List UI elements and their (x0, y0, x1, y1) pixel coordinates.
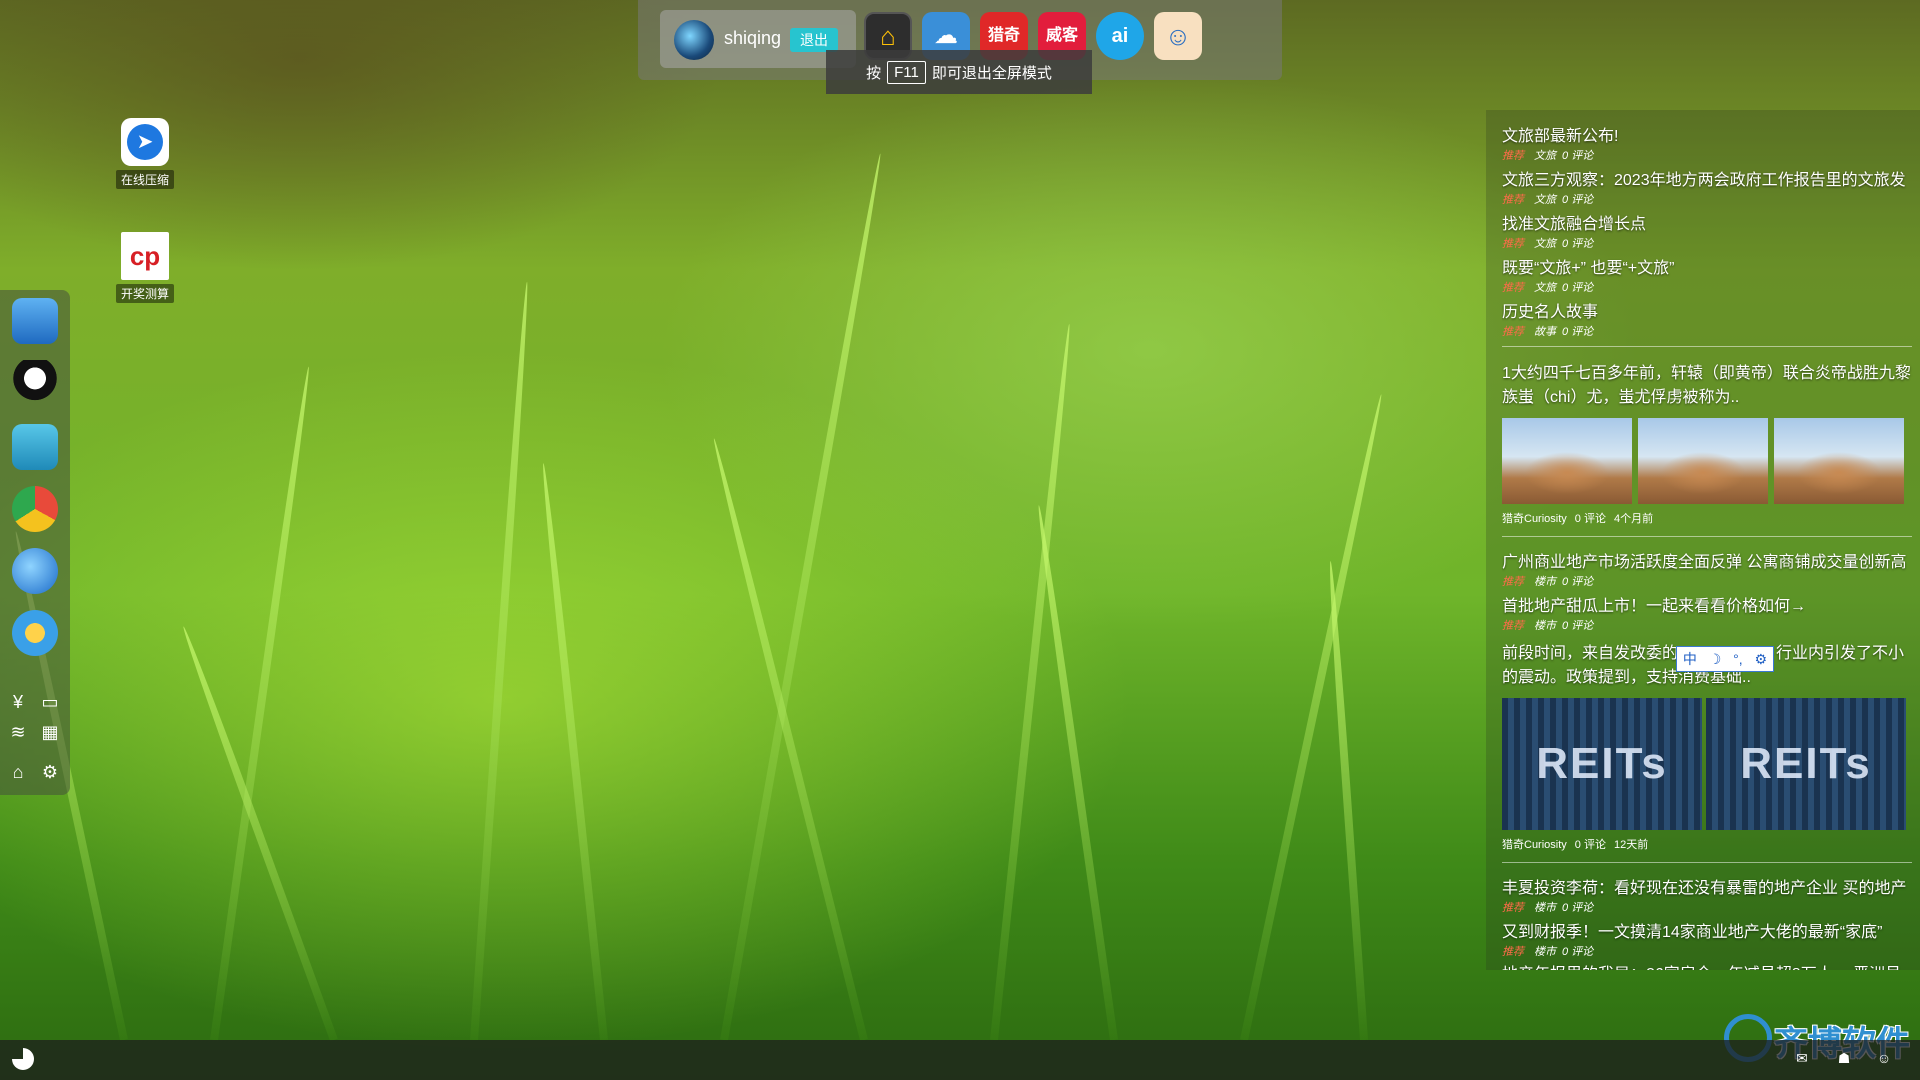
qq-icon[interactable] (12, 360, 58, 406)
news-title[interactable]: 既要“文旅+” 也要“+文旅” (1502, 254, 1912, 278)
news-title[interactable]: 历史名人故事 (1502, 298, 1912, 322)
tip-text-before: 按 (866, 64, 882, 82)
news-meta: 推荐 楼市 0 评论 (1502, 576, 1594, 588)
moon-icon[interactable]: ☽ (1709, 651, 1722, 668)
fullscreen-tip: 按 F11 即可退出全屏模式 (826, 50, 1092, 94)
news-meta: 推荐 楼市 0 评论 (1502, 946, 1594, 958)
feature-thumbnail[interactable]: REITs (1502, 698, 1702, 830)
desktop-icon-lottery-calc[interactable]: cp 开奖测算 (100, 232, 190, 303)
news-meta: 推荐 楼市 0 评论 (1502, 620, 1594, 632)
feature-thumbnail[interactable]: REITs (1706, 698, 1906, 830)
chat-icon[interactable]: ✉ (1792, 1050, 1812, 1070)
news-panel: 文旅部最新公布! 推荐 文旅 0 评论 文旅三方观察：2023年地方两会政府工作报告… (1486, 110, 1920, 970)
browser-icon[interactable] (12, 548, 58, 594)
f11-key: F11 (887, 60, 926, 84)
store-icon[interactable] (12, 298, 58, 344)
news-meta: 推荐 文旅 0 评论 (1502, 238, 1594, 250)
list-item[interactable]: 首批地产甜瓜上市！一起来看看价格如何→ 推荐 楼市 0 评论 (1502, 592, 1912, 633)
left-dock: ¥ ▭ ≋ ▦ ⌂ ⚙ (0, 290, 70, 795)
grass-blade (710, 437, 868, 1041)
news-title[interactable]: 文旅三方观察：2023年地方两会政府工作报告里的文旅发 (1502, 166, 1912, 190)
list-item[interactable]: 广州商业地产市场活跃度全面反弹 公寓商铺成交量创新高 推荐 楼市 0 评论 (1502, 548, 1912, 589)
user-name: shiqing (724, 28, 782, 48)
desktop-icon-label: 在线压缩 (115, 170, 174, 189)
news-title[interactable]: 广州商业地产市场活跃度全面反弹 公寓商铺成交量创新高 (1502, 548, 1912, 572)
grass-blade (1034, 504, 1118, 1041)
desktop-icon-online-compress[interactable]: ➤ 在线压缩 (100, 118, 190, 189)
feature-thumbnail[interactable] (1638, 418, 1768, 504)
compress-icon: ➤ (121, 118, 169, 166)
ai-app-icon[interactable]: ai (1096, 12, 1144, 60)
grass-blade (1240, 393, 1386, 1041)
search-icon[interactable] (12, 424, 58, 470)
chrome-icon[interactable] (12, 486, 58, 532)
list-item[interactable]: 地产年报里的我局：26家房企一年减员超8万人， 恶洲号 (1502, 960, 1912, 970)
home-icon[interactable]: ⌂ (6, 760, 30, 784)
list-item[interactable]: 又到财报季！一文摸清14家商业地产大佬的最新“家底” 推荐 楼市 0 评论 (1502, 918, 1912, 959)
divider (1502, 862, 1912, 863)
feature-thumbnail[interactable] (1774, 418, 1904, 504)
database-icon[interactable]: ≋ (6, 720, 30, 744)
news-meta: 推荐 文旅 0 评论 (1502, 150, 1594, 162)
divider (1502, 346, 1912, 347)
ime-mode[interactable]: 中 (1683, 649, 1697, 669)
feature-meta: 猎奇Curiosity 0 评论 4个月前 (1502, 513, 1654, 525)
news-title[interactable]: 首批地产甜瓜上市！一起来看看价格如何→ (1502, 592, 1912, 616)
card-icon[interactable]: ▭ (38, 690, 62, 714)
grid-icon[interactable]: ▦ (38, 720, 62, 744)
grass-blade (470, 281, 532, 1041)
feature-meta: 猎奇Curiosity 0 评论 12天前 (1502, 839, 1649, 851)
smile-icon[interactable]: ☺ (1874, 1050, 1894, 1070)
news-meta: 推荐 文旅 0 评论 (1502, 282, 1594, 294)
news-title[interactable]: 丰夏投资李荷：看好现在还没有暴雷的地产企业 买的地产 (1502, 874, 1912, 898)
feature-title[interactable]: 1大约四千七百多年前，轩辕（即黄帝）联合炎帝战胜九黎族蚩（chi）尤，蚩尤俘虏被… (1502, 362, 1912, 410)
punctuation-icon[interactable]: °, (1733, 651, 1743, 667)
robot-icon[interactable]: ☗ (1834, 1050, 1854, 1070)
ime-toolbar[interactable]: 中 ☽ °, ⚙ (1676, 646, 1774, 672)
grass-blade (1326, 560, 1368, 1041)
news-title[interactable]: 地产年报里的我局：26家房企一年减员超8万人， 恶洲号 (1502, 960, 1912, 970)
yen-icon[interactable]: ¥ (6, 690, 30, 714)
list-item[interactable]: 找准文旅融合增长点 推荐 文旅 0 评论 (1502, 210, 1912, 251)
list-item[interactable]: 文旅三方观察：2023年地方两会政府工作报告里的文旅发 推荐 文旅 0 评论 (1502, 166, 1912, 207)
list-item[interactable]: 历史名人故事 推荐 故事 0 评论 (1502, 298, 1912, 339)
divider (1502, 536, 1912, 537)
tip-text-after: 即可退出全屏模式 (931, 64, 1052, 82)
gear-icon[interactable]: ⚙ (1755, 651, 1768, 668)
news-title[interactable]: 文旅部最新公布! (1502, 122, 1912, 146)
start-button[interactable] (12, 1048, 34, 1070)
news-title[interactable]: 找准文旅融合增长点 (1502, 210, 1912, 234)
settings-icon[interactable]: ⚙ (38, 760, 62, 784)
lottery-icon: cp (121, 232, 169, 280)
news-title[interactable]: 又到财报季！一文摸清14家商业地产大佬的最新“家底” (1502, 918, 1912, 942)
logout-button[interactable]: 退出 (790, 28, 838, 52)
favorite-icon[interactable] (12, 610, 58, 656)
grass-blade (539, 462, 608, 1041)
news-meta: 推荐 文旅 0 评论 (1502, 194, 1594, 206)
feature-thumbnail[interactable] (1502, 418, 1632, 504)
list-item[interactable]: 文旅部最新公布! 推荐 文旅 0 评论 (1502, 122, 1912, 163)
list-item[interactable]: 丰夏投资李荷：看好现在还没有暴雷的地产企业 买的地产 推荐 楼市 0 评论 (1502, 874, 1912, 915)
user-app-icon[interactable]: ☺ (1154, 12, 1202, 60)
news-meta: 推荐 楼市 0 评论 (1502, 902, 1594, 914)
taskbar: ✉ ☗ ☺ (0, 1040, 1920, 1080)
news-meta: 推荐 故事 0 评论 (1502, 326, 1594, 338)
avatar[interactable] (674, 20, 714, 60)
desktop-icon-label: 开奖测算 (115, 284, 174, 303)
grass-blade (720, 152, 885, 1041)
list-item[interactable]: 既要“文旅+” 也要“+文旅” 推荐 文旅 0 评论 (1502, 254, 1912, 295)
